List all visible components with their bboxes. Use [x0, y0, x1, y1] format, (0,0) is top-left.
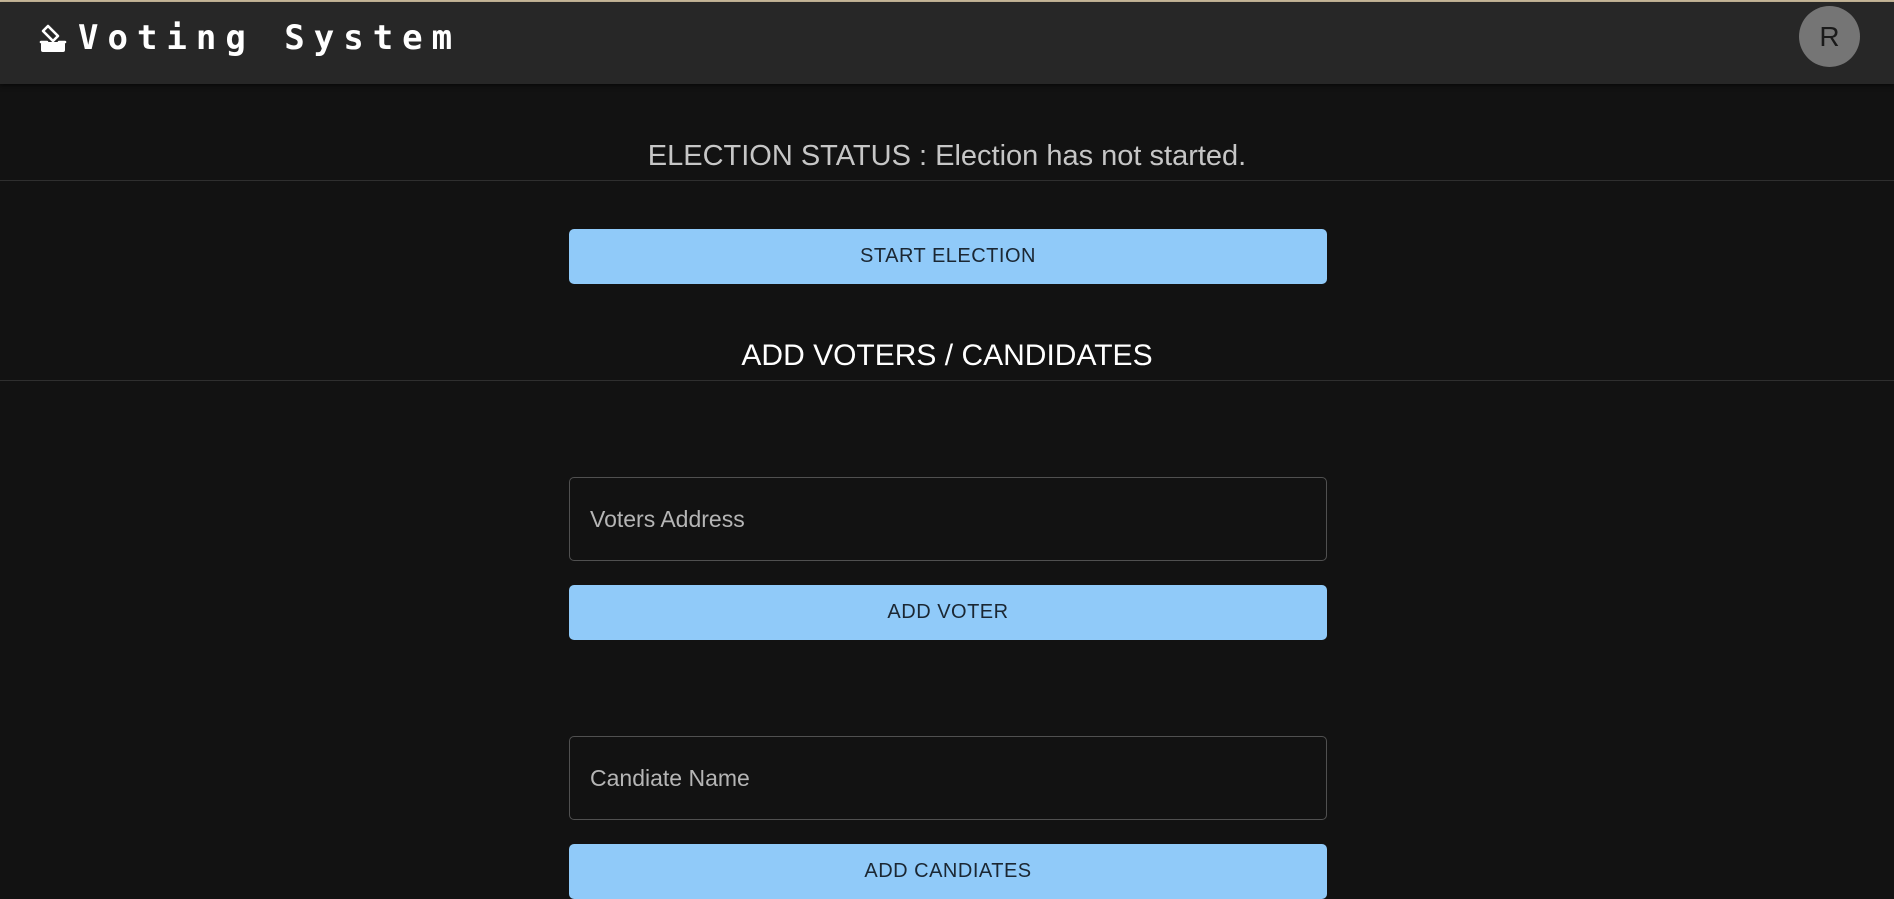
app-title: Voting System: [78, 18, 462, 58]
add-section-title: ADD VOTERS / CANDIDATES: [741, 339, 1153, 372]
ballot-box-icon: [39, 24, 67, 52]
status-divider: [0, 180, 1894, 181]
voter-address-field[interactable]: [569, 477, 1327, 561]
section-divider: [0, 380, 1894, 381]
brand: Voting System: [38, 20, 461, 56]
add-candidate-button[interactable]: ADD CANDIATES: [569, 844, 1327, 899]
candidate-name-input[interactable]: [570, 737, 1326, 819]
voter-address-input[interactable]: [570, 478, 1326, 560]
election-status: ELECTION STATUS : Election has not start…: [647, 140, 1247, 172]
user-avatar[interactable]: R: [1799, 6, 1860, 67]
start-election-button[interactable]: START ELECTION: [569, 229, 1327, 284]
candidate-name-field[interactable]: [569, 736, 1327, 820]
add-voter-button[interactable]: ADD VOTER: [569, 585, 1327, 640]
app-bar: Voting System R: [0, 2, 1894, 84]
